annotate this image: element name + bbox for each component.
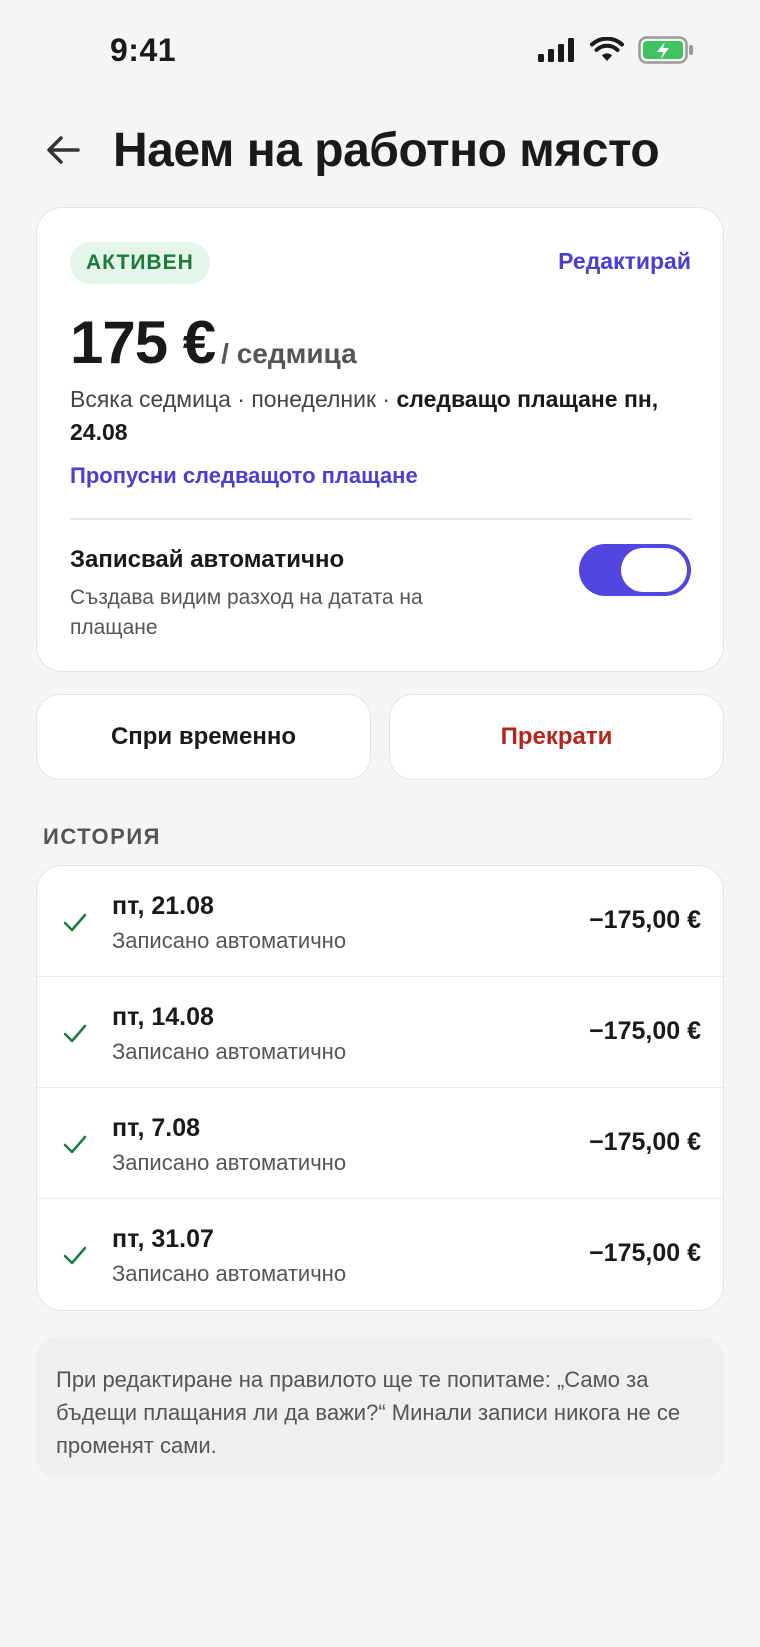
history-amount: −175,00 € <box>589 1239 701 1267</box>
pause-button[interactable]: Спри временно <box>36 694 371 780</box>
toggle-knob <box>621 548 687 592</box>
status-time: 9:41 <box>110 32 177 68</box>
edit-link[interactable]: Редактирай <box>558 248 691 275</box>
recurring-rule-card: АКТИВЕН Редактирай 175 € / седмица Всяка… <box>36 207 724 672</box>
auto-record-toggle[interactable] <box>579 544 691 596</box>
info-note: При редактиране на правилото ще те попит… <box>36 1337 724 1477</box>
check-icon <box>63 1246 87 1265</box>
rule-amount: 175 € <box>70 309 216 376</box>
history-label: ИСТОРИЯ <box>43 824 161 849</box>
check-icon <box>63 913 87 932</box>
rule-period: / седмица <box>221 338 357 369</box>
history-note: Записано автоматично <box>112 928 347 953</box>
history-date: пт, 7.08 <box>112 1114 201 1142</box>
stop-button[interactable]: Прекрати <box>389 694 724 780</box>
check-icon <box>63 1135 87 1154</box>
status-badge: АКТИВЕН <box>70 242 210 284</box>
history-note: Записано автоматично <box>112 1261 347 1286</box>
history-row[interactable]: пт, 21.08 Записано автоматично −175,00 € <box>37 866 723 977</box>
amount-row: 175 € / седмица <box>70 308 357 377</box>
schedule-prefix: Всяка седмица · понеделник · <box>70 386 397 412</box>
history-list: пт, 21.08 Записано автоматично −175,00 €… <box>36 865 724 1311</box>
history-date: пт, 21.08 <box>112 892 214 920</box>
history-amount: −175,00 € <box>589 906 701 934</box>
auto-record-subtitle: Създава видим разход на датата на плащан… <box>70 586 423 639</box>
history-date: пт, 14.08 <box>112 1003 214 1031</box>
history-note: Записано автоматично <box>112 1150 347 1175</box>
history-date: пт, 31.07 <box>112 1225 214 1253</box>
header: Наем на работно място <box>0 115 760 185</box>
history-row[interactable]: пт, 31.07 Записано автоматично −175,00 € <box>37 1199 723 1310</box>
skip-next-payment-link[interactable]: Пропусни следващото плащане <box>70 463 418 489</box>
history-amount: −175,00 € <box>589 1128 701 1156</box>
back-button[interactable] <box>40 127 86 173</box>
history-row[interactable]: пт, 7.08 Записано автоматично −175,00 € <box>37 1088 723 1199</box>
battery-charging-icon <box>638 36 693 64</box>
schedule-text: Всяка седмица · понеделник · следващо пл… <box>70 383 690 449</box>
auto-record-title: Записвай автоматично <box>70 546 345 573</box>
history-note: Записано автоматично <box>112 1039 347 1064</box>
check-icon <box>63 1024 87 1043</box>
wifi-icon <box>590 37 624 61</box>
divider <box>70 518 692 520</box>
history-amount: −175,00 € <box>589 1017 701 1045</box>
arrow-left-icon <box>47 136 80 164</box>
status-icons <box>538 36 694 64</box>
cellular-signal-icon <box>538 38 574 62</box>
page-title: Наем на работно място <box>113 124 660 177</box>
history-row[interactable]: пт, 14.08 Записано автоматично −175,00 € <box>37 977 723 1088</box>
status-bar: 9:41 <box>0 0 760 100</box>
